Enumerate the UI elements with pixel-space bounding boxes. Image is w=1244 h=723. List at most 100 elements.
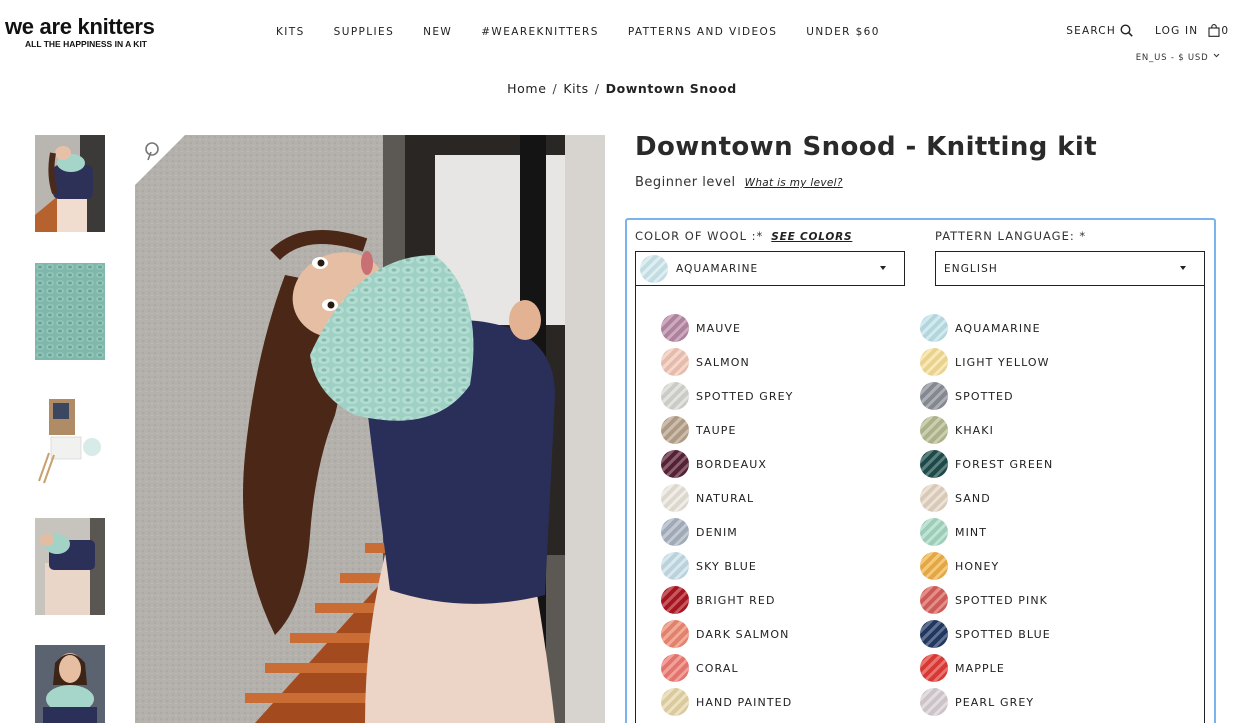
yarn-swatch (661, 518, 689, 546)
color-option-bright-red[interactable]: BRIGHT RED (661, 586, 776, 614)
color-option-label: MAUVE (696, 321, 742, 335)
color-option-spotted-grey[interactable]: SPOTTED GREY (661, 382, 793, 410)
color-option-denim[interactable]: DENIM (661, 518, 738, 546)
search-label: SEARCH (1066, 24, 1116, 37)
color-option-mauve[interactable]: MAUVE (661, 314, 741, 342)
see-colors-link[interactable]: SEE COLORS (771, 231, 852, 243)
thumbnail-model[interactable] (35, 135, 105, 232)
color-select[interactable]: AQUAMARINE (635, 251, 905, 286)
pin-it-button[interactable] (135, 135, 185, 185)
nav-new[interactable]: NEW (423, 26, 452, 38)
color-option-mapple[interactable]: MAPPLE (920, 654, 1005, 682)
locale-selector[interactable]: EN_US - $ USD (1136, 53, 1220, 63)
color-option-label: MINT (955, 525, 988, 539)
model-wearing-snood-image (135, 135, 605, 723)
breadcrumb-home[interactable]: Home (507, 81, 546, 96)
yarn-swatch (920, 450, 948, 478)
color-option-pearl-grey[interactable]: PEARL GREY (920, 688, 1034, 716)
color-option-sky-blue[interactable]: SKY BLUE (661, 552, 757, 580)
color-option-spotted-pink[interactable]: SPOTTED PINK (920, 586, 1048, 614)
color-option-label: PEARL GREY (955, 695, 1035, 709)
color-option-label: FOREST GREEN (955, 457, 1054, 471)
color-option-label: SKY BLUE (696, 559, 757, 573)
yarn-swatch (661, 620, 689, 648)
color-option-mint[interactable]: MINT (920, 518, 987, 546)
level-row: Beginner level What is my level? (635, 175, 843, 190)
color-label-text: COLOR OF WOOL :* (635, 229, 764, 243)
color-option-aquamarine[interactable]: AQUAMARINE (920, 314, 1041, 342)
locale-label: EN_US - $ USD (1135, 53, 1209, 63)
thumbnail-model-leaning[interactable] (35, 518, 105, 615)
cart-button[interactable]: 0 (1208, 24, 1228, 37)
thumbnail-kit-contents[interactable] (35, 391, 105, 488)
thumbnail-model-closeup[interactable] (35, 645, 105, 723)
color-option-dark-salmon[interactable]: DARK SALMON (661, 620, 789, 648)
what-is-my-level-link[interactable]: What is my level? (745, 177, 843, 189)
kit-contents-thumb (35, 391, 105, 488)
color-option-natural[interactable]: NATURAL (661, 484, 754, 512)
color-option-salmon[interactable]: SALMON (661, 348, 750, 376)
selected-language-value: ENGLISH (944, 262, 998, 275)
site-logo[interactable]: we are knitters ALL THE HAPPINESS IN A K… (5, 14, 180, 50)
logo-tagline: ALL THE HAPPINESS IN A KIT (25, 39, 148, 49)
color-option-taupe[interactable]: TAUPE (661, 416, 737, 444)
yarn-swatch (661, 688, 689, 716)
color-of-wool-label: COLOR OF WOOL :* SEE COLORS (635, 229, 852, 243)
color-option-label: HAND PAINTED (696, 695, 793, 709)
main-nav: KITS SUPPLIES NEW #WEAREKNITTERS PATTERN… (276, 26, 880, 38)
color-option-spotted-blue[interactable]: SPOTTED BLUE (920, 620, 1051, 648)
knit-texture-thumb (35, 263, 105, 360)
color-option-forest-green[interactable]: FOREST GREEN (920, 450, 1053, 478)
breadcrumb-current: Downtown Snood (605, 81, 737, 96)
color-option-label: SPOTTED BLUE (955, 627, 1051, 641)
nav-under-60[interactable]: UNDER $60 (806, 26, 880, 38)
yarn-swatch (920, 552, 948, 580)
nav-kits[interactable]: KITS (276, 26, 305, 38)
color-option-spotted[interactable]: SPOTTED (920, 382, 1014, 410)
yarn-swatch (920, 654, 948, 682)
skill-level: Beginner level (635, 175, 736, 190)
color-option-light-yellow[interactable]: LIGHT YELLOW (920, 348, 1050, 376)
color-option-sand[interactable]: SAND (920, 484, 991, 512)
language-select[interactable]: ENGLISH (935, 251, 1205, 286)
color-option-coral[interactable]: CORAL (661, 654, 739, 682)
main-product-image[interactable] (135, 135, 605, 723)
color-option-label: KHAKI (955, 423, 994, 437)
yarn-swatch (661, 416, 689, 444)
thumbnail-texture[interactable] (35, 263, 105, 360)
selected-color-swatch (640, 254, 668, 283)
yarn-swatch (661, 382, 689, 410)
nav-weareknitters[interactable]: #WEAREKNITTERS (481, 26, 599, 38)
search-button[interactable]: SEARCH (1066, 24, 1133, 37)
model-closeup-thumb (35, 645, 105, 723)
color-option-label: SPOTTED (955, 389, 1014, 403)
caret-down-icon (880, 266, 886, 270)
nav-supplies[interactable]: SUPPLIES (334, 26, 394, 38)
color-option-label: NATURAL (696, 491, 755, 505)
color-option-label: AQUAMARINE (955, 321, 1041, 335)
pattern-language-label: PATTERN LANGUAGE: * (935, 229, 1087, 243)
yarn-swatch (920, 586, 948, 614)
yarn-swatch (920, 688, 948, 716)
color-option-label: TAUPE (696, 423, 737, 437)
breadcrumb-kits[interactable]: Kits (563, 81, 588, 96)
color-dropdown-list: MAUVE SALMON SPOTTED GREY TAUPE BORDEAUX NATU… (635, 286, 1205, 723)
yarn-swatch (920, 620, 948, 648)
login-link[interactable]: LOG IN (1155, 25, 1198, 37)
yarn-swatch (661, 348, 689, 376)
search-icon (1120, 24, 1133, 37)
color-option-label: DARK SALMON (696, 627, 790, 641)
color-option-honey[interactable]: HONEY (920, 552, 999, 580)
yarn-swatch (920, 314, 948, 342)
color-option-hand-painted[interactable]: HAND PAINTED (661, 688, 792, 716)
yarn-swatch (920, 484, 948, 512)
color-option-label: SPOTTED GREY (696, 389, 794, 403)
color-option-khaki[interactable]: KHAKI (920, 416, 994, 444)
pinterest-corner (135, 135, 185, 185)
color-option-bordeaux[interactable]: BORDEAUX (661, 450, 767, 478)
color-option-label: BORDEAUX (696, 457, 767, 471)
logo-title: we are knitters (5, 14, 155, 39)
color-option-label: SAND (955, 491, 991, 505)
yarn-swatch (661, 552, 689, 580)
nav-patterns-and-videos[interactable]: PATTERNS AND VIDEOS (628, 26, 777, 38)
